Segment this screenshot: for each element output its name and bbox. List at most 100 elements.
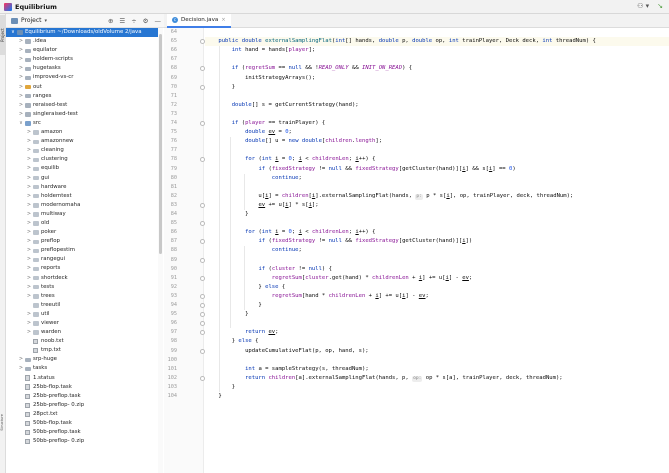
chevron-down-icon[interactable]: ∨ (10, 28, 16, 37)
chevron-right-icon[interactable]: > (26, 192, 32, 201)
chevron-right-icon[interactable]: > (26, 237, 32, 246)
chevron-right-icon[interactable]: > (26, 328, 32, 337)
chevron-right-icon[interactable]: > (26, 201, 32, 210)
chevron-right-icon[interactable]: > (26, 128, 32, 137)
tree-item[interactable]: > multiway (6, 210, 158, 219)
chevron-right-icon[interactable]: > (26, 210, 32, 219)
code-line[interactable]: } (205, 210, 669, 219)
chevron-right-icon[interactable]: > (18, 355, 24, 364)
tree-item[interactable]: > trees (6, 292, 158, 301)
code-line[interactable]: return children[a].externalSamplingFlat(… (205, 374, 669, 383)
chevron-right-icon[interactable]: > (26, 164, 32, 173)
code-line[interactable] (205, 219, 669, 228)
code-line[interactable]: for (int i = 0; i < childrenLen; i++) { (205, 228, 669, 237)
chevron-right-icon[interactable]: > (26, 137, 32, 146)
code-line[interactable] (205, 256, 669, 265)
chevron-right-icon[interactable]: > (26, 274, 32, 283)
code-line[interactable] (205, 28, 669, 37)
chevron-right-icon[interactable]: > (18, 64, 24, 73)
tree-item[interactable]: > poker (6, 228, 158, 237)
tab-decision-java[interactable]: c Decision.java × (167, 14, 231, 28)
tree-item[interactable]: > amazonnew (6, 137, 158, 146)
code-line[interactable]: continue; (205, 174, 669, 183)
user-menu-icon[interactable]: ⚇ ▾ (637, 2, 649, 10)
chevron-down-icon[interactable]: ▾ (45, 18, 48, 24)
locate-file-icon[interactable]: ⊕ (108, 17, 113, 25)
code-line[interactable]: updateCumulativeFlat(p, op, hand, s); (205, 347, 669, 356)
chevron-right-icon[interactable]: > (26, 310, 32, 319)
code-line[interactable]: } (205, 301, 669, 310)
code-line[interactable] (205, 92, 669, 101)
code-line[interactable]: for (int i = 0; i < childrenLen; i++) { (205, 155, 669, 164)
chevron-right-icon[interactable]: > (26, 183, 32, 192)
code-line[interactable]: return ev; (205, 328, 669, 337)
tree-item[interactable]: > preflop (6, 237, 158, 246)
tree-item[interactable]: > reraised-test (6, 101, 158, 110)
expand-all-icon[interactable]: ☰ (119, 17, 125, 25)
tree-item[interactable]: > preflopestim (6, 246, 158, 255)
chevron-right-icon[interactable]: > (26, 228, 32, 237)
code-line[interactable] (205, 55, 669, 64)
gear-icon[interactable]: ⚙ (143, 17, 149, 25)
tree-item[interactable]: 25bb-preflop.task (6, 392, 158, 401)
tree-item[interactable]: > out (6, 83, 158, 92)
chevron-right-icon[interactable]: > (26, 255, 32, 264)
chevron-right-icon[interactable]: > (26, 219, 32, 228)
chevron-right-icon[interactable]: > (26, 319, 32, 328)
chevron-right-icon[interactable]: > (26, 155, 32, 164)
code-area[interactable]: public double externalSamplingFlat(int[]… (205, 28, 669, 473)
tree-item[interactable]: > .idea (6, 37, 158, 46)
tree-item[interactable]: > warden (6, 328, 158, 337)
project-title[interactable]: Equilibrium (15, 3, 57, 11)
tree-item[interactable]: noob.txt (6, 337, 158, 346)
code-line[interactable] (205, 356, 669, 365)
chevron-right-icon[interactable]: > (18, 37, 24, 46)
code-line[interactable]: double[] s = getCurrentStrategy(hand); (205, 101, 669, 110)
tree-item[interactable]: treeutil (6, 301, 158, 310)
tree-item[interactable]: > holdem-scripts (6, 55, 158, 64)
project-tree-scrollbar[interactable] (158, 28, 163, 473)
chevron-right-icon[interactable]: > (26, 283, 32, 292)
chevron-right-icon[interactable]: > (26, 174, 32, 183)
tree-item[interactable]: > hugetasks (6, 64, 158, 73)
code-line[interactable]: if (fixedStrategy != null && fixedStrate… (205, 165, 669, 174)
tree-item[interactable]: 25bb-flop.task (6, 383, 158, 392)
tree-item[interactable]: 1.status (6, 374, 158, 383)
tree-item[interactable]: > gui (6, 174, 158, 183)
code-line[interactable]: } else { (205, 283, 669, 292)
code-line[interactable]: public double externalSamplingFlat(int[]… (205, 37, 669, 47)
code-line[interactable]: } (205, 383, 669, 392)
tree-item[interactable]: > rangegui (6, 255, 158, 264)
chevron-right-icon[interactable]: > (18, 364, 24, 373)
chevron-right-icon[interactable]: > (18, 73, 24, 82)
chevron-right-icon[interactable]: > (26, 292, 32, 301)
chevron-right-icon[interactable]: > (18, 110, 24, 119)
tree-item[interactable]: tmp.txt (6, 346, 158, 355)
tree-item[interactable]: ∨ src (6, 119, 158, 128)
code-line[interactable]: initStrategyArrays(); (205, 74, 669, 83)
close-icon[interactable]: × (221, 17, 225, 23)
chevron-down-icon[interactable]: ∨ (18, 119, 24, 128)
tree-item[interactable]: > equilib (6, 164, 158, 173)
code-line[interactable]: } (205, 83, 669, 92)
tree-item[interactable]: 50bb-preflop- 0.zip (6, 437, 158, 446)
code-line[interactable]: double ev = 0; (205, 128, 669, 137)
code-line[interactable]: if (regretSum == null && !READ_ONLY && I… (205, 64, 669, 73)
chevron-right-icon[interactable]: > (26, 246, 32, 255)
tree-item[interactable]: > srp-huge (6, 355, 158, 364)
code-line[interactable]: if (cluster != null) { (205, 265, 669, 274)
tree-item[interactable]: > viewer (6, 319, 158, 328)
tree-item[interactable]: > tasks (6, 364, 158, 373)
code-line[interactable] (205, 319, 669, 328)
tree-item[interactable]: > modernomaha (6, 201, 158, 210)
tree-item[interactable]: > holdemtest (6, 192, 158, 201)
code-line[interactable] (205, 146, 669, 155)
code-line[interactable] (205, 183, 669, 192)
tree-item[interactable]: > singleraised-test (6, 110, 158, 119)
chevron-right-icon[interactable]: > (18, 92, 24, 101)
tree-item[interactable]: 50bb-preflop.task (6, 428, 158, 437)
tree-item[interactable]: > amazon (6, 128, 158, 137)
code-line[interactable]: } (205, 310, 669, 319)
tree-item[interactable]: > util (6, 310, 158, 319)
code-line[interactable]: if (fixedStrategy != null && fixedStrate… (205, 237, 669, 246)
